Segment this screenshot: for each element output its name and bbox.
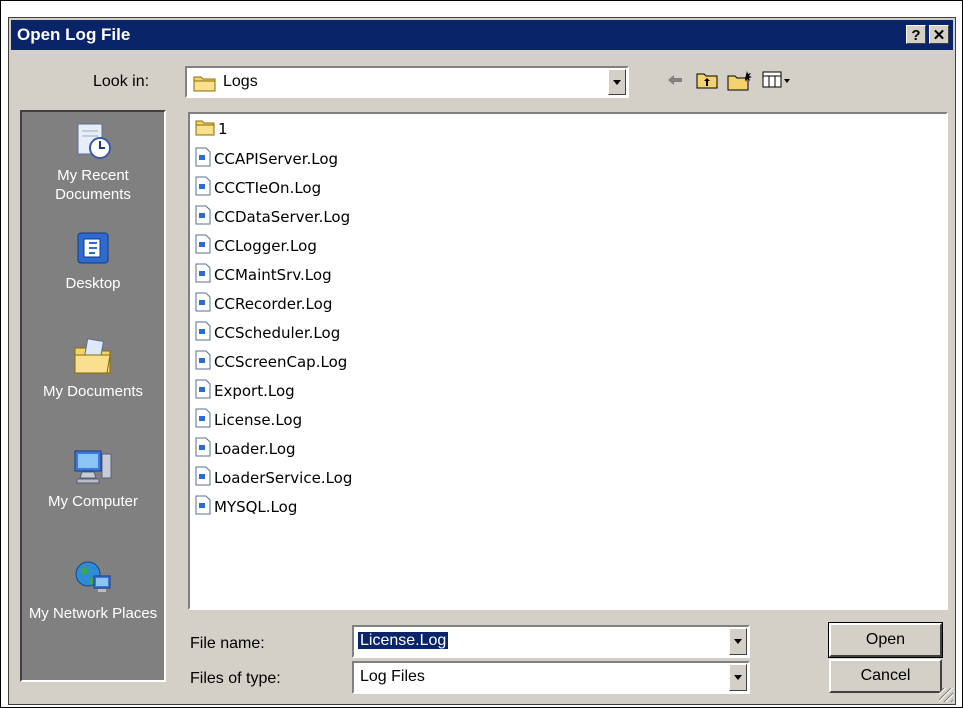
screenshot-frame: Open Log File ? ✕ Look in: Logs My Recen… — [0, 0, 963, 708]
files-of-type-value: Log Files — [360, 668, 425, 685]
file-item[interactable]: CCMaintSrv.Log — [195, 263, 332, 290]
window-title: Open Log File — [17, 25, 131, 44]
network-places-icon — [75, 561, 111, 592]
log-file-icon — [195, 321, 211, 345]
log-file-icon — [195, 408, 211, 432]
open-log-file-dialog: Open Log File ? ✕ Look in: Logs My Recen… — [8, 17, 956, 705]
log-file-icon — [195, 234, 211, 258]
file-item-name: License.Log — [214, 411, 303, 429]
cancel-button[interactable]: Cancel — [829, 659, 942, 693]
files-of-type-select[interactable]: Log Files — [352, 661, 750, 694]
file-item[interactable]: LoaderService.Log — [195, 466, 352, 493]
log-file-icon — [195, 379, 211, 403]
file-item-name: CCDataServer.Log — [214, 208, 351, 226]
file-item[interactable]: CCRecorder.Log — [195, 292, 332, 319]
open-button[interactable]: Open — [828, 622, 943, 658]
folder-icon — [195, 118, 215, 140]
log-file-icon — [195, 176, 211, 200]
place-label: Desktop — [65, 275, 121, 292]
file-item-name: Loader.Log — [214, 440, 296, 458]
close-button[interactable]: ✕ — [929, 25, 949, 44]
files-of-type-dropdown-button[interactable] — [729, 664, 747, 691]
log-file-icon — [195, 263, 211, 287]
log-file-icon — [195, 495, 211, 519]
look-in-value: Logs — [223, 73, 258, 90]
file-item-name: LoaderService.Log — [214, 469, 353, 487]
resize-grip[interactable] — [939, 688, 953, 702]
file-item[interactable]: Export.Log — [195, 379, 295, 406]
place-my-network-places[interactable]: My Network Places — [22, 558, 164, 623]
place-my-documents[interactable]: My Documents — [22, 336, 164, 401]
file-item-name: 1 — [218, 120, 228, 138]
folder-icon — [193, 76, 216, 92]
places-bar: My Recent Documents Desktop My Documents — [20, 110, 166, 682]
file-item[interactable]: CCScheduler.Log — [195, 321, 340, 348]
file-item-name: CCScheduler.Log — [214, 324, 341, 342]
desktop-icon — [77, 232, 109, 264]
place-my-computer[interactable]: My Computer — [22, 446, 164, 511]
file-list[interactable]: 1 CCAPIServer.Log CCCTIeOn.Log CCDataServer… — [188, 112, 948, 610]
recent-documents-icon — [77, 123, 111, 159]
log-file-icon — [195, 292, 211, 316]
look-in-label: Look in: — [93, 73, 150, 90]
back-arrow-icon[interactable] — [665, 70, 685, 90]
my-computer-icon — [74, 450, 112, 484]
place-label: My Recent Documents — [55, 167, 131, 203]
file-name-label: File name: — [190, 635, 265, 652]
up-one-level-icon[interactable] — [696, 70, 718, 90]
help-button[interactable]: ? — [906, 25, 926, 44]
file-item[interactable]: MYSQL.Log — [195, 495, 297, 522]
place-label: My Documents — [42, 383, 144, 400]
file-name-value: License.Log — [358, 632, 449, 649]
place-desktop[interactable]: Desktop — [22, 228, 164, 293]
files-of-type-label: Files of type: — [190, 670, 281, 687]
file-item[interactable]: CCLogger.Log — [195, 234, 317, 261]
place-label: My Network Places — [28, 605, 158, 622]
file-item[interactable]: CCCTIeOn.Log — [195, 176, 321, 203]
look-in-combo[interactable]: Logs — [185, 66, 629, 98]
log-file-icon — [195, 350, 211, 374]
file-name-field[interactable]: License.Log — [352, 625, 750, 658]
place-my-recent-documents[interactable]: My Recent Documents — [22, 120, 164, 204]
file-item-name: CCRecorder.Log — [214, 295, 333, 313]
file-item-name: CCLogger.Log — [214, 237, 317, 255]
log-file-icon — [195, 205, 211, 229]
file-item[interactable]: Loader.Log — [195, 437, 296, 464]
file-item-name: CCCTIeOn.Log — [214, 179, 322, 197]
file-item-name: MYSQL.Log — [214, 498, 298, 516]
new-folder-icon[interactable] — [727, 70, 753, 92]
file-item[interactable]: CCDataServer.Log — [195, 205, 350, 232]
views-menu-icon[interactable] — [762, 70, 792, 90]
file-item-name: CCMaintSrv.Log — [214, 266, 332, 284]
log-file-icon — [195, 147, 211, 171]
look-in-dropdown-button[interactable] — [608, 69, 626, 95]
file-item[interactable]: CCAPIServer.Log — [195, 147, 338, 174]
file-item[interactable]: License.Log — [195, 408, 302, 435]
file-item-name: CCAPIServer.Log — [214, 150, 339, 168]
file-item-name: CCScreenCap.Log — [214, 353, 348, 371]
my-documents-icon — [74, 338, 111, 374]
place-label: My Computer — [47, 493, 139, 510]
file-item-name: Export.Log — [214, 382, 295, 400]
file-item[interactable]: CCScreenCap.Log — [195, 350, 347, 377]
title-bar[interactable]: Open Log File ? ✕ — [11, 20, 953, 50]
file-name-dropdown-button[interactable] — [729, 628, 747, 655]
log-file-icon — [195, 466, 211, 490]
folder-item[interactable]: 1 — [195, 118, 228, 145]
log-file-icon — [195, 437, 211, 461]
